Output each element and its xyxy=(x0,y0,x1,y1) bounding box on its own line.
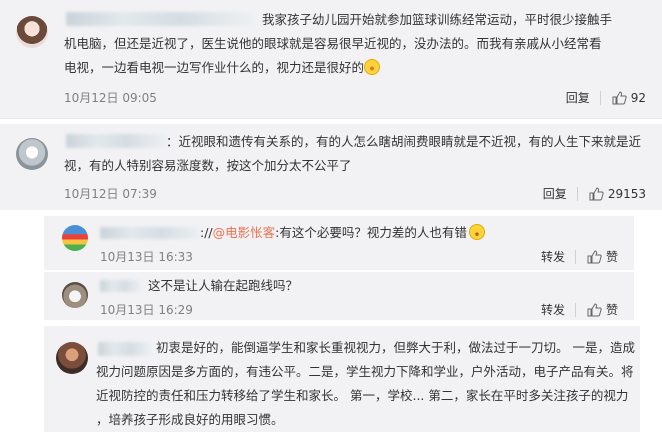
reply-actions: 转发 赞 xyxy=(541,249,618,265)
avatar[interactable] xyxy=(62,282,88,308)
like-button[interactable]: 92 xyxy=(611,90,646,106)
divider xyxy=(574,250,576,264)
like-label: 赞 xyxy=(605,250,618,264)
username-blurred[interactable] xyxy=(98,342,152,356)
timestamp: 10月13日 16:29 xyxy=(100,303,193,317)
avatar[interactable] xyxy=(62,225,88,251)
comment-text: 视力问题原因是多方面的，有违公平。二是，学生视力下降和学业，户外活动，电子产品有… xyxy=(96,364,634,379)
reply-text: ://@电影怅客:有这个必要吗？视力差的人也有错 xyxy=(200,221,620,245)
reply-body: :有这个必要吗？视力差的人也有错 xyxy=(275,225,467,240)
emoji-icon xyxy=(468,224,485,240)
comment-text: 我家孩子幼儿园开始就参加篮球训练经常运动，平时很少接触手 xyxy=(262,12,613,27)
comment-text-last: 电视，一边看电视一边写作业什么的，视力还是很好的 xyxy=(64,56,654,80)
username-blurred[interactable] xyxy=(66,12,256,26)
avatar[interactable] xyxy=(16,138,48,170)
timestamp: 10月12日 07:39 xyxy=(64,187,157,201)
comment-text: 电视，一边看电视一边写作业什么的，视力还是很好的 xyxy=(64,60,365,75)
username-blurred[interactable] xyxy=(100,227,202,239)
forward-button[interactable]: 转发 xyxy=(541,302,565,318)
emoji-icon xyxy=(364,59,381,75)
reply-prefix: :// xyxy=(200,225,213,240)
like-count: 29153 xyxy=(607,187,646,201)
comment-text: 机电脑，但还是近视了，医生说他的眼球就是容易很早近视的，没办法的。而我有亲戚从小… xyxy=(64,36,602,51)
comment-text: 近视防控的责任和压力转移给了学生和家长。 第一，学校... 第二，家长在平时多关… xyxy=(96,388,629,403)
comment-actions: 回复 92 xyxy=(566,90,646,106)
like-button[interactable]: 赞 xyxy=(586,302,618,318)
like-label: 赞 xyxy=(605,303,618,317)
timestamp: 10月13日 16:33 xyxy=(100,250,193,264)
divider xyxy=(599,91,601,105)
divider xyxy=(574,303,576,317)
comment-text: ：近视眼和遗传有关系的，有的人怎么瞎胡闹费眼睛就是不近视，有的人生下来就是近 xyxy=(166,134,642,149)
thumbs-up-icon xyxy=(587,303,602,317)
avatar[interactable] xyxy=(56,342,88,374)
reply-text: 这不是让人输在起跑线吗？ xyxy=(148,278,299,293)
thumbs-up-icon xyxy=(587,250,602,264)
like-button[interactable]: 赞 xyxy=(586,249,618,265)
comment-actions: 回复 29153 xyxy=(543,186,646,202)
like-count: 92 xyxy=(630,91,646,105)
mention-link[interactable]: @电影怅客 xyxy=(213,225,276,240)
timestamp: 10月12日 09:05 xyxy=(64,91,157,105)
thumbs-up-icon xyxy=(612,91,627,105)
reply-actions: 转发 赞 xyxy=(541,302,618,318)
username-blurred[interactable] xyxy=(66,134,168,148)
thumbs-up-icon xyxy=(589,187,604,201)
avatar[interactable] xyxy=(16,16,48,48)
reply-button[interactable]: 回复 xyxy=(566,90,590,106)
comment-text: 视，有的人特别容易涨度数，按这个加分太不公平了 xyxy=(64,158,352,173)
separator xyxy=(0,118,662,119)
reply-button[interactable]: 回复 xyxy=(543,186,567,202)
comment-text: 初衷是好的，能倒逼学生和家长重视视力，但弊大于利，做法过于一刀切。 一是，造成 xyxy=(156,340,635,355)
username-blurred[interactable] xyxy=(100,280,142,292)
like-button[interactable]: 29153 xyxy=(588,186,646,202)
comment-text: ，培养孩子形成良好的用眼习惯。 xyxy=(96,412,284,427)
divider xyxy=(576,187,578,201)
forward-button[interactable]: 转发 xyxy=(541,249,565,265)
